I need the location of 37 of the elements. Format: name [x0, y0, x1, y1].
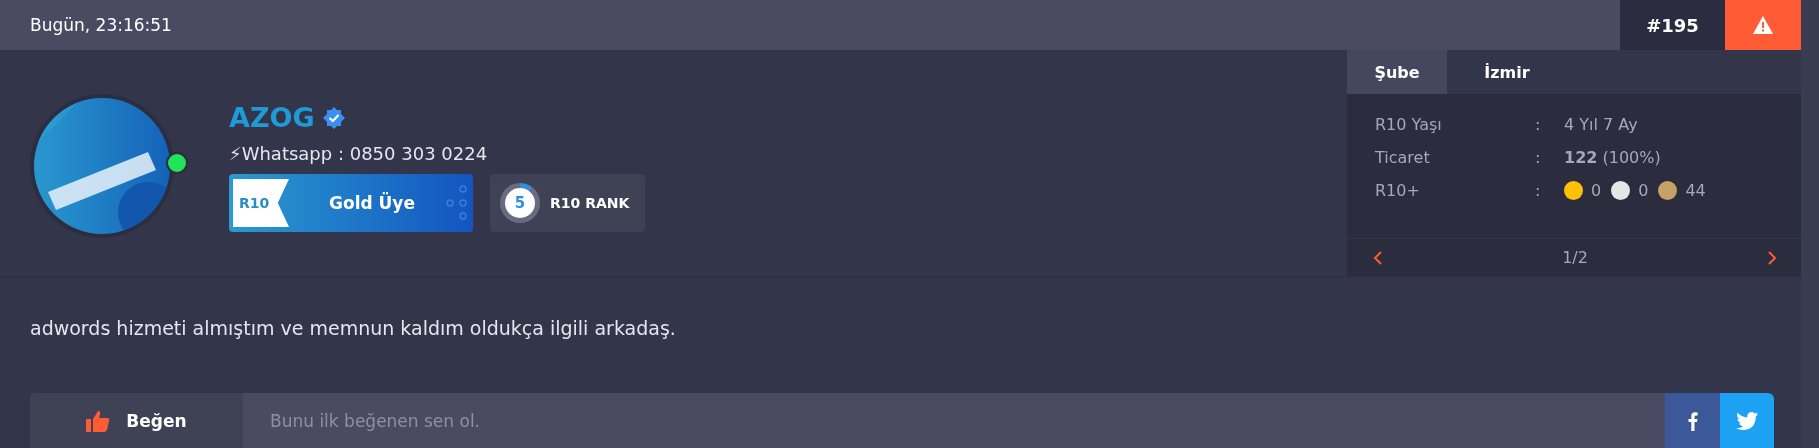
page-indicator: 1/2 — [1562, 248, 1588, 267]
stat-label: R10+ — [1375, 181, 1421, 200]
membership-tag: R10 — [233, 179, 289, 227]
next-button[interactable] — [1767, 249, 1777, 266]
previous-button[interactable] — [1373, 249, 1383, 266]
facebook-share-button[interactable] — [1665, 393, 1720, 448]
stat-label: Ticaret — [1375, 148, 1431, 167]
likes-text: Bunu ilk beğenen sen ol. — [243, 393, 1665, 448]
warning-icon — [1752, 15, 1774, 35]
medal-count: 44 — [1685, 181, 1706, 200]
stat-separator: : — [1535, 181, 1542, 200]
stat-separator: : — [1535, 148, 1542, 167]
twitter-share-button[interactable] — [1720, 393, 1774, 448]
stat-value: 122 (100%) — [1564, 148, 1661, 167]
stat-label: R10 Yaşı — [1375, 115, 1443, 134]
info-tab[interactable]: Şube — [1347, 50, 1447, 94]
medal-count: 0 — [1591, 181, 1602, 200]
post-number[interactable]: #195 — [1620, 0, 1725, 50]
chevron-right-icon — [1767, 249, 1777, 266]
thumbs-up-icon — [86, 409, 111, 432]
info-tab[interactable]: İzmir — [1457, 50, 1557, 94]
report-button[interactable] — [1725, 0, 1801, 50]
post-timestamp: Bugün, 23:16:51 — [29, 15, 173, 35]
bird-icon — [1736, 411, 1758, 430]
facebook-icon — [1687, 410, 1698, 431]
medal-count: 0 — [1638, 181, 1649, 200]
rank-label: R10 RANK — [550, 195, 630, 211]
user-bio: ⚡Whatsapp : 0850 303 0224 — [229, 143, 489, 164]
like-button[interactable]: Beğen — [30, 393, 243, 448]
stat-value: 4 Yıl 7 Ay — [1564, 115, 1638, 134]
username[interactable]: AZOG — [229, 102, 315, 133]
membership-label: Gold Üye — [329, 193, 415, 213]
rank-ring: 5 — [500, 183, 540, 223]
stat-separator: : — [1535, 115, 1542, 134]
circles-pattern-icon — [445, 183, 469, 223]
chevron-left-icon — [1373, 249, 1383, 266]
post-message: adwords hizmeti almıştım ve memnun kaldım oldukça ilgili arkadaş. — [29, 316, 677, 341]
